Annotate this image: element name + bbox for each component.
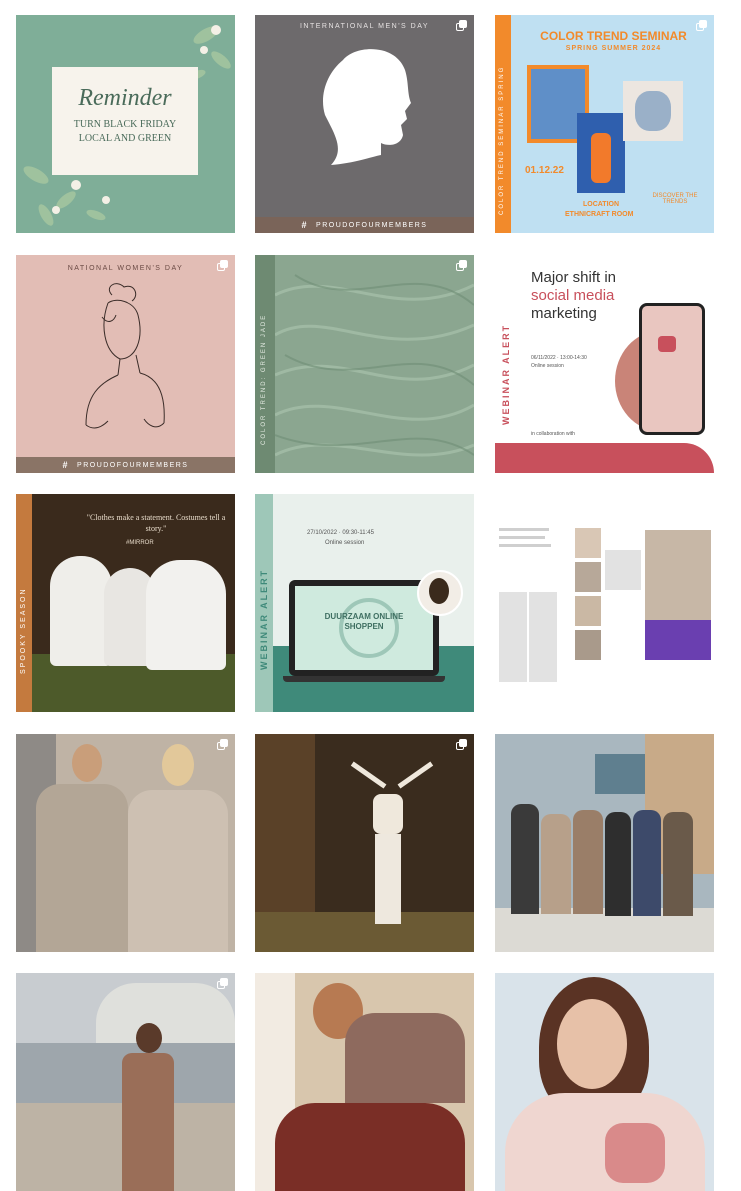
multiple-images-icon — [217, 978, 229, 990]
seminar-date: 01.12.22 — [525, 165, 564, 176]
person-arm-left — [350, 761, 387, 789]
person-1 — [511, 804, 539, 914]
webinar-detail: 06/11/2022 · 13:00-14:30 — [531, 355, 587, 361]
man-silhouette — [323, 49, 411, 166]
ghost-figure-1 — [50, 556, 112, 666]
person-trousers — [275, 1103, 465, 1191]
seminar-location: ETHNICRAFT ROOM — [565, 211, 634, 218]
headline-line3: marketing — [531, 305, 597, 322]
person-4 — [605, 812, 631, 916]
footer-text: PROUDOFOURMEMBERS — [316, 221, 428, 229]
screen-content: DUURZAAM ONLINE SHOPPEN — [295, 586, 433, 670]
background-building — [595, 754, 645, 794]
person-dress — [122, 1053, 174, 1191]
seminar-photo-3 — [623, 81, 683, 141]
person-trousers — [375, 834, 401, 924]
seminar-photo-2 — [577, 113, 625, 193]
headline-line1: Major shift in — [531, 269, 617, 286]
person-hair — [136, 1023, 162, 1053]
webinar-detail: Online session — [325, 540, 365, 546]
headline-line2: social media — [531, 287, 615, 304]
ghost-figure-3 — [146, 560, 226, 670]
sweater-pattern — [605, 1123, 665, 1183]
footer-text: in collaboration with — [531, 431, 575, 437]
webinar-detail-2: Online session — [531, 363, 564, 369]
ground — [255, 912, 474, 952]
marble-texture — [275, 274, 474, 457]
heart-icon — [658, 336, 676, 352]
post-photo-street-group[interactable] — [495, 734, 714, 952]
side-label: SPOOKY SEASON — [20, 587, 27, 674]
person-2 — [541, 814, 571, 914]
reminder-card: Reminder TURN BLACK FRIDAY LOCAL AND GRE… — [52, 67, 198, 175]
hashtag-icon: # — [301, 220, 309, 230]
person-blouse — [345, 1013, 465, 1103]
post-color-trend-seminar[interactable]: COLOR TREND SEMINAR SPRING COLOR TREND S… — [495, 15, 714, 233]
side-label: COLOR TREND: GREEN JADE — [261, 313, 267, 445]
post-footer: # PROUDOFOURMEMBERS — [16, 457, 235, 473]
seminar-location-label: LOCATION — [583, 201, 620, 208]
footer-wave — [495, 443, 714, 473]
post-photo-forest[interactable] — [255, 734, 474, 952]
person-top — [373, 794, 403, 834]
multiple-images-icon — [456, 739, 468, 751]
phone-mockup — [639, 303, 705, 435]
woman-line-drawing — [85, 283, 165, 429]
multiple-images-icon — [217, 739, 229, 751]
screen-title: DUURZAAM ONLINE SHOPPEN — [324, 612, 404, 631]
post-footer: # PROUDOFOURMEMBERS — [255, 217, 474, 233]
seminar-title: COLOR TREND SEMINAR — [540, 29, 687, 43]
post-webinar-duurzaam[interactable]: WEBINAR ALERT 27/10/2022 · 09:30-11:45 O… — [255, 494, 474, 712]
quote-text: "Clothes make a statement. Costumes tell… — [86, 513, 226, 533]
side-label: COLOR TREND SEMINAR SPRING — [499, 65, 505, 215]
post-mens-day[interactable]: INTERNATIONAL MEN'S DAY # PROUDOFOURMEMB… — [255, 15, 474, 233]
webinar-date: 27/10/2022 · 09:30-11:45 — [307, 530, 374, 536]
person-3 — [573, 810, 603, 914]
avatar — [417, 570, 463, 616]
post-photo-beach[interactable] — [16, 973, 235, 1191]
post-webinar-social-media[interactable]: WEBINAR ALERT Major shift in social medi… — [495, 255, 714, 473]
seminar-subtitle: SPRING SUMMER 2024 — [565, 45, 662, 52]
laptop-base — [283, 676, 445, 682]
person-coat-1 — [36, 784, 128, 952]
post-color-trend-green-jade[interactable]: COLOR TREND: GREEN JADE — [255, 255, 474, 473]
reminder-caption: TURN BLACK FRIDAY LOCAL AND GREEN — [73, 119, 177, 144]
reminder-script: Reminder — [78, 85, 172, 111]
cliff — [96, 983, 235, 1043]
post-magazine[interactable] — [495, 494, 714, 712]
person-6 — [663, 812, 693, 916]
person-arm-right — [397, 761, 434, 789]
post-spooky-season[interactable]: SPOOKY SEASON "Clothes make a statement.… — [16, 494, 235, 712]
post-reminder[interactable]: Reminder TURN BLACK FRIDAY LOCAL AND GRE… — [16, 15, 235, 233]
post-photo-coats[interactable] — [16, 734, 235, 952]
side-label: WEBINAR ALERT — [259, 568, 269, 670]
magazine-spread — [499, 528, 711, 682]
person-coat-2 — [128, 790, 228, 952]
quote-author: #MIRROR — [126, 540, 154, 546]
hashtag-icon: # — [62, 460, 70, 470]
person-head-1 — [72, 744, 102, 782]
post-photo-portrait[interactable] — [495, 973, 714, 1191]
post-grid: Reminder TURN BLACK FRIDAY LOCAL AND GRE… — [0, 0, 741, 1191]
person-head-2 — [162, 744, 194, 786]
post-womens-day[interactable]: NATIONAL WOMEN'S DAY # PROUDOFOURMEMBERS — [16, 255, 235, 473]
side-label: WEBINAR ALERT — [501, 323, 511, 425]
person-face — [557, 999, 627, 1089]
person-5 — [633, 810, 661, 916]
footer-text: PROUDOFOURMEMBERS — [77, 461, 189, 469]
seminar-note: DISCOVER THE TRENDS — [652, 193, 698, 205]
post-photo-seated[interactable] — [255, 973, 474, 1191]
